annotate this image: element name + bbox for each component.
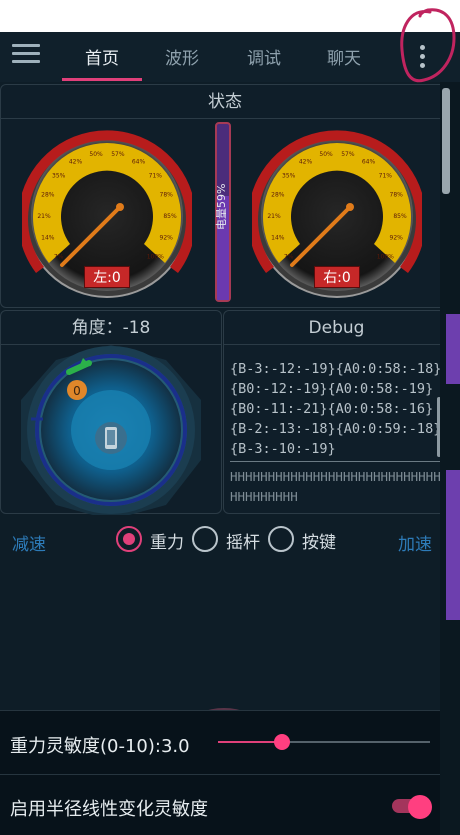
gauge-tick-label: 14% <box>271 235 285 242</box>
active-tab-indicator <box>62 78 142 81</box>
debug-line: {B0:-12:-19}{A0:0:58:-19} <box>230 381 434 397</box>
page-scrollbar[interactable] <box>442 88 450 194</box>
more-options-icon[interactable] <box>412 42 432 72</box>
mode-radio-gravity[interactable]: 重力 <box>116 525 190 553</box>
gauge-tick-label: 42% <box>299 158 313 165</box>
gauge-tick-label: 85% <box>163 213 177 220</box>
radius-sensitivity-toggle[interactable] <box>392 795 432 819</box>
edge-accent <box>446 314 460 384</box>
gauge-tick-label: 35% <box>52 173 66 180</box>
tab-waveform[interactable]: 波形 <box>142 44 222 76</box>
top-nav-bar: 首页 波形 调试 聊天 <box>0 32 460 82</box>
gauge-tick-label: 50% <box>319 151 333 158</box>
gauge-tick-label: 92% <box>390 235 404 242</box>
left-gauge-label: 左:0 <box>84 266 130 288</box>
debug-panel: Debug {B-3:-12:-19}{A0:0:58:-18} {B0:-12… <box>223 310 450 514</box>
gauge-tick-label: 21% <box>267 213 281 220</box>
gauge-tick-label: 57% <box>341 151 355 158</box>
gauge-tick-label: 7% <box>284 254 294 261</box>
speed-up-button[interactable]: 加速 <box>398 530 432 555</box>
gauge-tick-label: 100% <box>377 254 394 261</box>
gauge-tick-label: 42% <box>69 158 83 165</box>
debug-panel-title: Debug <box>224 311 449 345</box>
gauge-tick-label: 64% <box>362 158 376 165</box>
gauge-tick-label: 85% <box>393 213 407 220</box>
mode-radio-buttons[interactable]: 按键 <box>268 525 342 553</box>
debug-log[interactable]: {B-3:-12:-19}{A0:0:58:-18} {B0:-12:-19}{… <box>230 359 441 459</box>
gauge-tick-label: 28% <box>271 192 285 199</box>
tab-debug[interactable]: 调试 <box>224 44 304 76</box>
orientation-marker-label: 0 <box>73 384 81 398</box>
battery-label: 电量59% <box>215 183 228 230</box>
right-gauge-label: 右:0 <box>314 266 360 288</box>
sensitivity-slider[interactable] <box>218 734 430 750</box>
radio-circle-icon <box>268 526 294 552</box>
radio-circle-icon <box>116 526 142 552</box>
gauge-tick-label: 14% <box>41 235 55 242</box>
debug-input-underline <box>230 461 449 462</box>
slow-down-button[interactable]: 减速 <box>12 530 46 555</box>
gauge-tick-label: 78% <box>160 192 174 199</box>
radio-label: 按键 <box>302 533 336 553</box>
debug-line: {B-3:-12:-19}{A0:0:58:-18} <box>230 361 442 377</box>
debug-line: {B-2:-13:-18}{A0:0:59:-18} <box>230 421 442 437</box>
debug-line: {B-3:-10:-19} <box>230 441 336 457</box>
gauge-tick-label: 57% <box>111 151 125 158</box>
radio-label: 重力 <box>150 533 184 553</box>
slider-fill <box>218 741 282 743</box>
hamburger-menu-icon[interactable] <box>12 44 40 68</box>
debug-input-field[interactable]: HHHHHHHHHHHHHHHHHHHHHHHHHHHHHHHHHHHHH <box>230 467 448 507</box>
slider-thumb[interactable] <box>273 734 290 750</box>
gauge-tick-label: 7% <box>54 254 64 261</box>
right-edge-overlay <box>440 82 460 835</box>
radio-label: 摇杆 <box>226 533 260 553</box>
radius-sensitivity-row: 启用半径线性变化灵敏度 <box>0 774 448 835</box>
gauge-tick-label: 71% <box>149 173 163 180</box>
tab-chat[interactable]: 聊天 <box>304 44 384 76</box>
tab-home[interactable]: 首页 <box>62 44 142 76</box>
gauge-tick-label: 92% <box>160 235 174 242</box>
gauge-tick-label: 50% <box>89 151 103 158</box>
gauge-tick-label: 64% <box>132 158 146 165</box>
sensitivity-row: 重力灵敏度(0-10):3.0 <box>0 710 448 774</box>
gauge-tick-label: 71% <box>379 173 393 180</box>
radius-sensitivity-label: 启用半径线性变化灵敏度 <box>10 799 208 820</box>
toggle-thumb <box>408 795 432 819</box>
angle-panel: 角度：-18 0 <box>0 310 222 515</box>
control-row: 减速 重力 摇杆 按键 加速 <box>0 510 460 570</box>
sensitivity-label: 重力灵敏度(0-10):3.0 <box>10 736 190 757</box>
edge-accent <box>446 470 460 620</box>
gauge-tick-label: 35% <box>282 173 296 180</box>
gauge-tick-label: 100% <box>147 254 164 261</box>
angle-dial: 0 <box>21 345 201 515</box>
debug-line: {B0:-11:-21}{A0:0:58:-16} <box>230 401 434 417</box>
gauge-tick-label: 78% <box>390 192 404 199</box>
gauge-tick-label: 21% <box>37 213 51 220</box>
app-screen: 首页 波形 调试 聊天 状态 7% 14% 21% 28% 35% 42% 50% 57% 64… <box>0 32 460 835</box>
mode-radio-joystick[interactable]: 摇杆 <box>192 525 266 553</box>
status-panel-title: 状态 <box>1 85 449 119</box>
gauge-tick-label: 28% <box>41 192 55 199</box>
angle-panel-title: 角度：-18 <box>1 311 221 345</box>
radio-circle-icon <box>192 526 218 552</box>
